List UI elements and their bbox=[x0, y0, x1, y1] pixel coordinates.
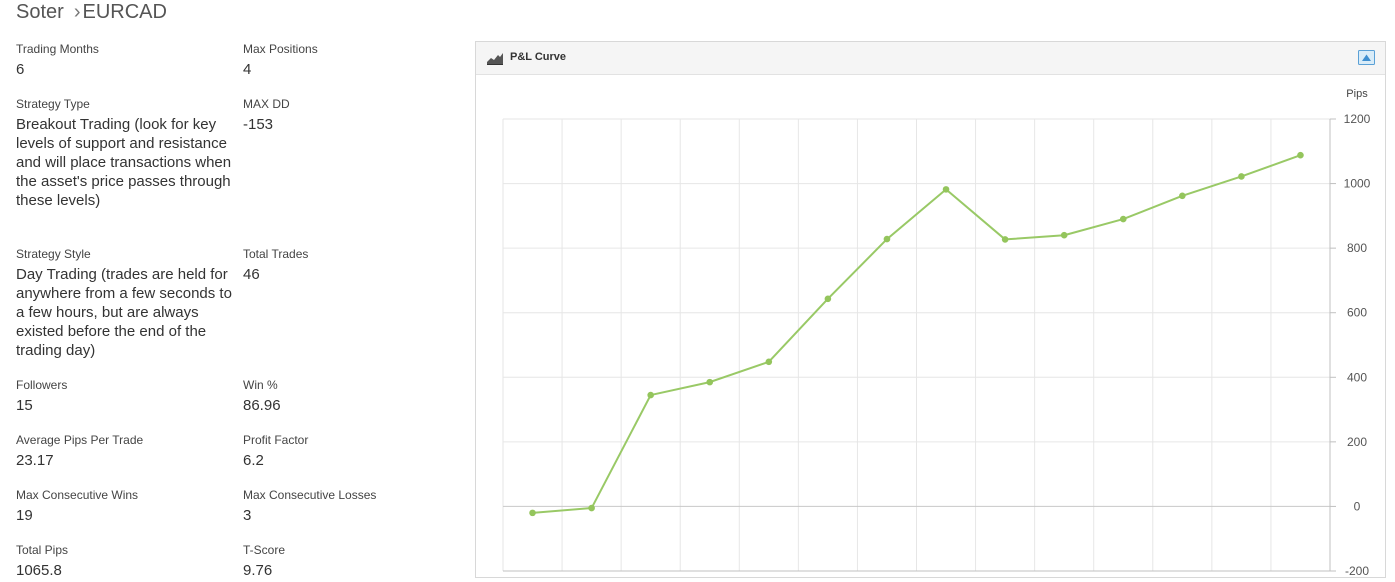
stat-max-consecutive-wins: Max Consecutive Wins 19 bbox=[16, 488, 236, 525]
stat-average-pips-per-trade: Average Pips Per Trade 23.17 bbox=[16, 433, 236, 470]
data-point bbox=[765, 358, 773, 366]
stat-value: 46 bbox=[243, 266, 260, 283]
stat-value: 1065.8 bbox=[16, 562, 62, 579]
y-tick-label: 0 bbox=[1354, 499, 1361, 513]
stat-label: Trading Months bbox=[16, 42, 99, 56]
data-point bbox=[1238, 173, 1245, 180]
stat-label: Total Trades bbox=[243, 247, 309, 261]
stat-t-score: T-Score 9.76 bbox=[243, 543, 463, 580]
data-point bbox=[647, 391, 654, 399]
stat-win-percent: Win % 86.96 bbox=[243, 378, 463, 415]
stat-value: 6 bbox=[16, 61, 25, 78]
stat-trading-months: Trading Months 6 bbox=[16, 42, 236, 79]
stat-value: 9.76 bbox=[243, 562, 273, 579]
stat-strategy-style: Strategy Style Day Trading (trades are h… bbox=[16, 247, 236, 360]
data-point bbox=[824, 295, 832, 303]
stat-followers: Followers 15 bbox=[16, 378, 236, 415]
stat-label: T-Score bbox=[243, 543, 286, 557]
data-point bbox=[1179, 192, 1186, 200]
pl-curve-panel: P&L Curve -200020040060080010001200Pips3… bbox=[475, 41, 1386, 578]
stat-value: 23.17 bbox=[16, 452, 54, 469]
stat-total-trades: Total Trades 46 bbox=[243, 247, 463, 284]
panel-header: P&L Curve bbox=[476, 42, 1385, 75]
stat-label: Strategy Type bbox=[16, 97, 90, 111]
stat-total-pips: Total Pips 1065.8 bbox=[16, 543, 236, 580]
stat-label: Max Consecutive Losses bbox=[243, 488, 377, 502]
stat-strategy-type: Strategy Type Breakout Trading (look for… bbox=[16, 97, 236, 210]
stat-label: Max Consecutive Wins bbox=[16, 488, 139, 502]
strategy-name: Soter bbox=[16, 1, 64, 23]
stat-max-dd: MAX DD -153 bbox=[243, 97, 463, 134]
area-chart-icon bbox=[487, 52, 503, 70]
y-axis-label: Pips bbox=[1346, 88, 1368, 100]
stat-value: 19 bbox=[16, 507, 33, 524]
stat-value: -153 bbox=[243, 116, 274, 133]
symbol-name: EURCAD bbox=[82, 1, 167, 23]
stat-value: Breakout Trading (look for key levels of… bbox=[16, 116, 232, 209]
stat-max-positions: Max Positions 4 bbox=[243, 42, 463, 79]
stat-value: 86.96 bbox=[243, 397, 281, 414]
panel-title: P&L Curve bbox=[510, 51, 567, 63]
data-point bbox=[1297, 151, 1304, 159]
breadcrumb-separator: › bbox=[73, 1, 81, 23]
y-tick-label: 400 bbox=[1347, 370, 1367, 384]
stat-label: Profit Factor bbox=[243, 433, 309, 447]
data-point bbox=[942, 186, 950, 193]
collapse-icon[interactable] bbox=[1358, 50, 1375, 70]
data-point bbox=[706, 378, 714, 386]
stat-label: Strategy Style bbox=[16, 247, 91, 261]
data-point bbox=[588, 504, 595, 512]
stat-label: MAX DD bbox=[243, 97, 290, 111]
y-tick-label: 1000 bbox=[1344, 177, 1371, 191]
data-point bbox=[1001, 236, 1009, 243]
stat-label: Average Pips Per Trade bbox=[16, 433, 144, 447]
y-tick-label: 800 bbox=[1347, 241, 1367, 255]
stat-value: 6.2 bbox=[243, 452, 264, 469]
stat-value: 4 bbox=[243, 61, 252, 78]
stat-value: 3 bbox=[243, 507, 252, 524]
stat-label: Win % bbox=[243, 378, 278, 392]
stat-profit-factor: Profit Factor 6.2 bbox=[243, 433, 463, 470]
data-point bbox=[1060, 231, 1068, 239]
stat-value: Day Trading (trades are held for anywher… bbox=[16, 266, 232, 359]
y-tick-label: 600 bbox=[1347, 306, 1367, 320]
data-point bbox=[529, 509, 536, 517]
stat-value: 15 bbox=[16, 397, 33, 414]
page-title: Soter › EURCAD bbox=[16, 1, 167, 24]
y-tick-label: -200 bbox=[1345, 564, 1369, 575]
data-point bbox=[1119, 215, 1127, 223]
stat-label: Total Pips bbox=[16, 543, 69, 557]
data-point bbox=[883, 235, 891, 243]
stat-label: Max Positions bbox=[243, 42, 318, 56]
stat-max-consecutive-losses: Max Consecutive Losses 3 bbox=[243, 488, 463, 525]
pl-curve-chart: -200020040060080010001200Pips3 Jan4 Jan5… bbox=[502, 88, 1371, 575]
y-tick-label: 200 bbox=[1347, 435, 1367, 449]
y-tick-label: 1200 bbox=[1344, 112, 1371, 126]
stat-label: Followers bbox=[16, 378, 68, 392]
